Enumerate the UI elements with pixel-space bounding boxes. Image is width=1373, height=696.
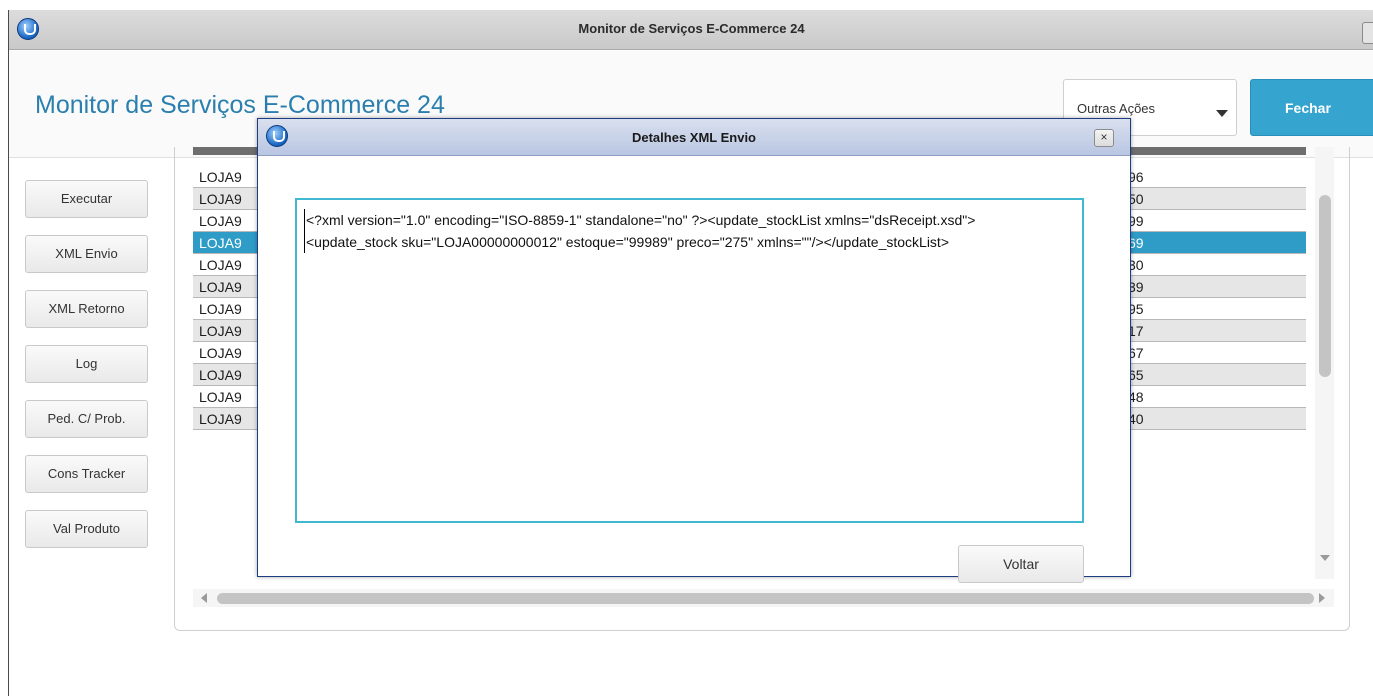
- voltar-button[interactable]: Voltar: [958, 545, 1084, 583]
- table-cell: LOJA9: [199, 257, 242, 273]
- table-cell: LOJA9: [199, 345, 242, 361]
- table-cell: LOJA9: [199, 301, 242, 317]
- val-produto-button[interactable]: Val Produto: [25, 510, 148, 548]
- dialog-titlebar: Detalhes XML Envio ×: [258, 119, 1130, 156]
- window-titlebar: Monitor de Serviços E-Commerce 24: [9, 10, 1373, 50]
- close-icon[interactable]: ×: [1094, 129, 1114, 147]
- table-cell: LOJA9: [199, 235, 242, 251]
- table-cell: LOJA9: [199, 411, 242, 427]
- table-cell: LOJA9: [199, 367, 242, 383]
- table-cell: LOJA9: [199, 389, 242, 405]
- xml-envio-button[interactable]: XML Envio: [25, 235, 148, 273]
- fechar-label: Fechar: [1285, 100, 1331, 116]
- horizontal-scrollbar[interactable]: [193, 589, 1334, 607]
- xml-retorno-button[interactable]: XML Retorno: [25, 290, 148, 328]
- table-cell: LOJA9: [199, 191, 242, 207]
- cons-tracker-button[interactable]: Cons Tracker: [25, 455, 148, 493]
- executar-button[interactable]: Executar: [25, 180, 148, 218]
- xml-textarea[interactable]: <?xml version="1.0" encoding="ISO-8859-1…: [295, 198, 1084, 523]
- table-cell: LOJA9: [199, 323, 242, 339]
- fechar-button[interactable]: Fechar: [1250, 79, 1373, 136]
- window-control-button[interactable]: [1362, 22, 1373, 44]
- xml-details-dialog: Detalhes XML Envio × <?xml version="1.0"…: [257, 118, 1131, 583]
- table-cell: LOJA9: [199, 169, 242, 185]
- outras-acoes-label: Outras Ações: [1077, 101, 1156, 116]
- dialog-title: Detalhes XML Envio: [631, 130, 756, 145]
- xml-content: <?xml version="1.0" encoding="ISO-8859-1…: [304, 209, 1078, 253]
- vertical-scrollbar[interactable]: [1315, 147, 1334, 579]
- table-cell: LOJA9: [199, 279, 242, 295]
- log-button[interactable]: Log: [25, 345, 148, 383]
- page-title: Monitor de Serviços E-Commerce 24: [35, 91, 445, 119]
- scroll-down-arrow-icon[interactable]: [1320, 555, 1330, 561]
- table-cell: LOJA9: [199, 213, 242, 229]
- scroll-right-arrow-icon[interactable]: [1319, 593, 1325, 603]
- ped-c-prob-button[interactable]: Ped. C/ Prob.: [25, 400, 148, 438]
- chevron-down-icon: [1216, 110, 1228, 117]
- window-title: Monitor de Serviços E-Commerce 24: [578, 21, 805, 36]
- vertical-scroll-thumb[interactable]: [1319, 195, 1331, 377]
- scroll-left-arrow-icon[interactable]: [201, 593, 207, 603]
- horizontal-scroll-thumb[interactable]: [217, 593, 1314, 604]
